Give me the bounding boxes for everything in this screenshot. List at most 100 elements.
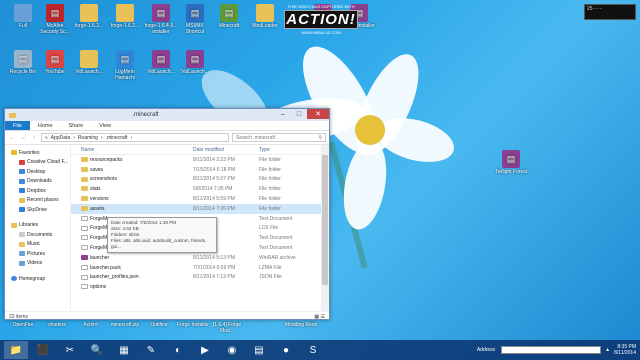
file-row[interactable]: assets 8/11/2014 7:26 PM File folder	[71, 203, 329, 214]
nav-libraries[interactable]: Libraries	[5, 221, 70, 231]
desktop-icon[interactable]: [1.6.4] Forge Mod...	[210, 322, 244, 334]
magnifier-icon[interactable]: 🔍	[85, 341, 109, 359]
nav-item-desktop[interactable]: Desktop	[5, 167, 70, 177]
tab-view[interactable]: View	[91, 121, 119, 130]
notes-icon[interactable]: ▤	[247, 341, 271, 359]
desktop-icon[interactable]: ▤ Recycle Bin	[6, 50, 40, 75]
file-row[interactable]: options	[71, 282, 329, 292]
pen-icon[interactable]: ✎	[139, 341, 163, 359]
desktop-icon[interactable]: ▤ VidLaunch...	[178, 50, 212, 75]
desktop-icon[interactable]: OpenFire	[6, 322, 40, 328]
column-type[interactable]: Type	[259, 147, 319, 153]
desktop-icon[interactable]: forge-1.6.2...	[72, 4, 106, 29]
nav-favorites[interactable]: Favorites	[5, 148, 70, 158]
libraries-icon	[11, 222, 17, 228]
address-toolbar-input[interactable]	[501, 346, 602, 354]
tray-arrow-icon[interactable]: ▲	[605, 347, 610, 353]
maximize-button[interactable]: □	[291, 109, 307, 119]
folder-icon	[256, 4, 274, 22]
file-date: 8/11/2014 7:26 PM	[193, 205, 235, 212]
skype-icon[interactable]: S	[301, 341, 325, 359]
desktop-icon[interactable]: ▤ MSI/MX Shortcut	[178, 4, 212, 35]
file-row[interactable]: versions 8/11/2014 5:59 PM File folder	[71, 194, 329, 204]
winrar-icon: ▤	[152, 50, 170, 68]
firefox-icon[interactable]: ◐	[166, 341, 190, 359]
desktop-icon-twilight-forest[interactable]: ▤ Twilight Forest	[494, 150, 528, 175]
nav-item-downloads[interactable]: Downloads	[5, 177, 70, 187]
desktop-icon[interactable]: shaders	[40, 322, 74, 328]
winrar-icon: ▤	[152, 4, 170, 22]
desktop-icon[interactable]: ▤ forge-1.6.4-9... installer	[144, 4, 178, 35]
chrome-icon[interactable]: ◉	[220, 341, 244, 359]
close-button[interactable]: ✕	[307, 109, 329, 119]
app-icon[interactable]: ⬛	[31, 341, 55, 359]
up-arrow-icon[interactable]: ↑	[30, 134, 38, 142]
record-icon[interactable]: ●	[274, 341, 298, 359]
tab-file[interactable]: File	[5, 121, 30, 130]
nav-item-music[interactable]: Music	[5, 240, 70, 250]
file-row[interactable]: screenshots 8/11/2014 5:07 PM File folder	[71, 175, 329, 185]
breadcrumb-appdata[interactable]: AppData	[51, 135, 70, 141]
desktop-icon[interactable]: Full	[6, 4, 40, 29]
scrollbar-thumb[interactable]	[322, 155, 328, 285]
file-name: launcher_profiles.json	[90, 274, 139, 281]
nav-item-creative-cloud[interactable]: Creative Cloud F...	[5, 158, 70, 168]
nav-homegroup[interactable]: Homegroup	[5, 274, 70, 284]
nav-item-videos[interactable]: Videos	[5, 259, 70, 269]
file-icon	[81, 215, 88, 221]
media-player-icon[interactable]: ▶	[193, 341, 217, 359]
address-bar[interactable]: « AppData › Roaming › .minecraft ›	[41, 133, 229, 142]
tools-icon[interactable]: ✂	[58, 341, 82, 359]
desktop-icon[interactable]: ▤ Minecraft	[212, 4, 246, 29]
taskbar-clock[interactable]: 8:35 PM 8/11/2014	[614, 344, 636, 356]
file-row[interactable]: stats 5/8/2014 7:35 PM File folder	[71, 184, 329, 194]
nav-item-dropbox[interactable]: Dropbox	[5, 186, 70, 196]
file-row[interactable]: launcher 8/11/2014 5:13 PM WinRAR archive	[71, 253, 329, 263]
file-row[interactable]: launcher_profiles.json 8/11/2014 7:13 PM J…	[71, 273, 329, 283]
column-name[interactable]: Name	[81, 147, 193, 153]
desktop-icon[interactable]: ▤ McAfee Security Sc...	[38, 4, 72, 35]
file-row[interactable]: saves 7/15/2014 6:18 PM File folder	[71, 165, 329, 175]
nav-item-documents[interactable]: Documents	[5, 230, 70, 240]
mcafee-icon: ▤	[46, 4, 64, 22]
ribbon-tabs: File Home Share View	[5, 121, 329, 131]
desktop-icon[interactable]: Optifine	[142, 322, 176, 328]
column-date-modified[interactable]: Date modified	[193, 147, 259, 153]
folder-icon	[81, 157, 88, 163]
tab-home[interactable]: Home	[30, 121, 61, 130]
nav-item-skydrive[interactable]: SkyDrive	[5, 205, 70, 215]
desktop-icon-label: Modding Reqs	[284, 322, 318, 328]
file-name: launcher	[90, 254, 110, 261]
desktop-icon[interactable]: minecraft.zip	[108, 322, 142, 328]
nav-item-recent-places[interactable]: Recent places	[5, 196, 70, 206]
desktop-icon[interactable]: Forge Installer	[176, 322, 210, 328]
file-row[interactable]: resourcepacks 8/11/2014 2:23 PM File folde…	[71, 155, 329, 165]
minimize-button[interactable]: –	[275, 109, 291, 119]
desktop-icon[interactable]: ▤ YouTube	[38, 50, 72, 75]
desktop-icon[interactable]: Action!	[74, 322, 108, 328]
minecraft-icon[interactable]: ▦	[112, 341, 136, 359]
desktop-icon[interactable]: ModLoader	[248, 4, 282, 29]
nav-item-label: Recent places	[27, 197, 59, 204]
file-explorer-icon[interactable]: 📁	[4, 341, 28, 359]
window-titlebar[interactable]: .minecraft – □ ✕	[5, 109, 329, 121]
breadcrumb-minecraft[interactable]: .minecraft	[106, 135, 128, 141]
watermark-line1: THIS VIDEO WAS CAPTURED WITH	[287, 4, 355, 9]
desktop-icon[interactable]: Modding Reqs	[284, 322, 318, 328]
desktop-icon[interactable]: ▤ VidLaunch...	[144, 50, 178, 75]
search-input[interactable]: Search .minecraft ⚲	[232, 133, 326, 142]
forward-arrow-icon[interactable]: →	[19, 134, 27, 142]
desktop-icon[interactable]: forge-1.6.2...	[108, 4, 142, 29]
file-type: Text Document	[259, 245, 293, 252]
desktop-icon[interactable]: ▤ LogMeIn Hamachi	[108, 50, 142, 81]
nav-item-label: Downloads	[27, 178, 52, 185]
file-row[interactable]: launcher.pack 7/31/2014 6:59 PM LZMA File	[71, 263, 329, 273]
desktop-icon[interactable]: VidLaunch...	[72, 50, 106, 75]
breadcrumb-roaming[interactable]: Roaming	[78, 135, 98, 141]
tab-share[interactable]: Share	[61, 121, 92, 130]
dropbox-icon	[19, 188, 25, 194]
nav-item-pictures[interactable]: Pictures	[5, 249, 70, 259]
view-toggle-icon[interactable]: ▦ ☰	[314, 314, 325, 320]
back-arrow-icon[interactable]: ←	[8, 134, 16, 142]
vertical-scrollbar[interactable]	[321, 145, 329, 311]
